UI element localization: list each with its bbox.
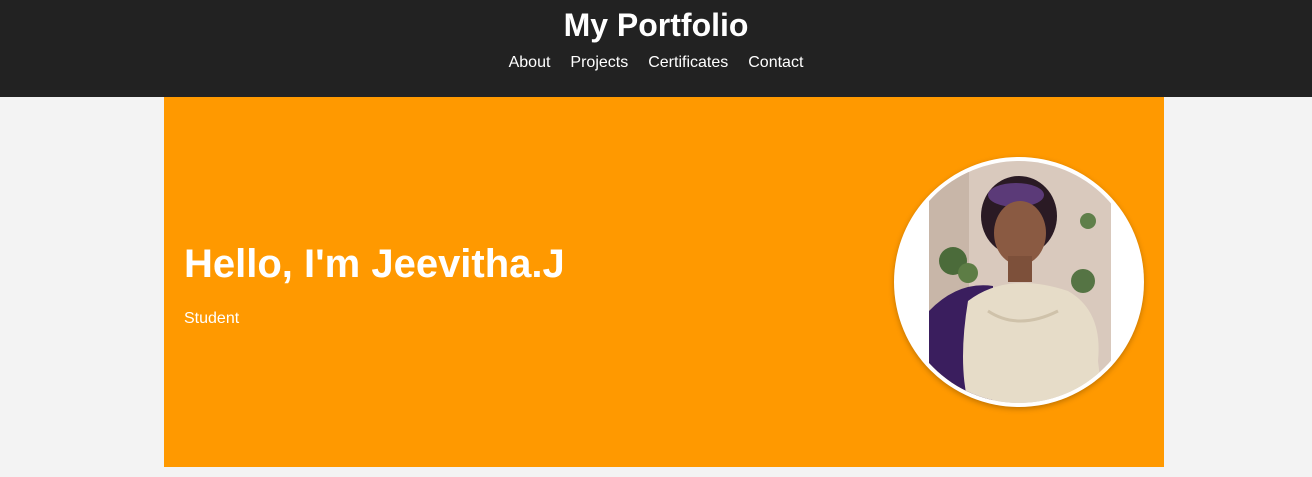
hero-heading: Hello, I'm Jeevitha.J bbox=[184, 242, 565, 286]
profile-photo bbox=[894, 157, 1144, 407]
hero-subtitle: Student bbox=[184, 310, 240, 327]
nav-link-projects[interactable]: Projects bbox=[570, 53, 628, 73]
nav-link-certificates[interactable]: Certificates bbox=[648, 53, 728, 73]
profile-photo-image bbox=[898, 161, 1140, 403]
nav-link-contact[interactable]: Contact bbox=[748, 53, 803, 73]
main-nav: About Projects Certificates Contact bbox=[0, 53, 1312, 73]
site-title: My Portfolio bbox=[563, 7, 749, 43]
hero-section: Hello, I'm Jeevitha.J Student bbox=[164, 97, 1164, 467]
nav-link-about[interactable]: About bbox=[509, 53, 551, 73]
site-header: My Portfolio About Projects Certificates… bbox=[0, 0, 1312, 97]
